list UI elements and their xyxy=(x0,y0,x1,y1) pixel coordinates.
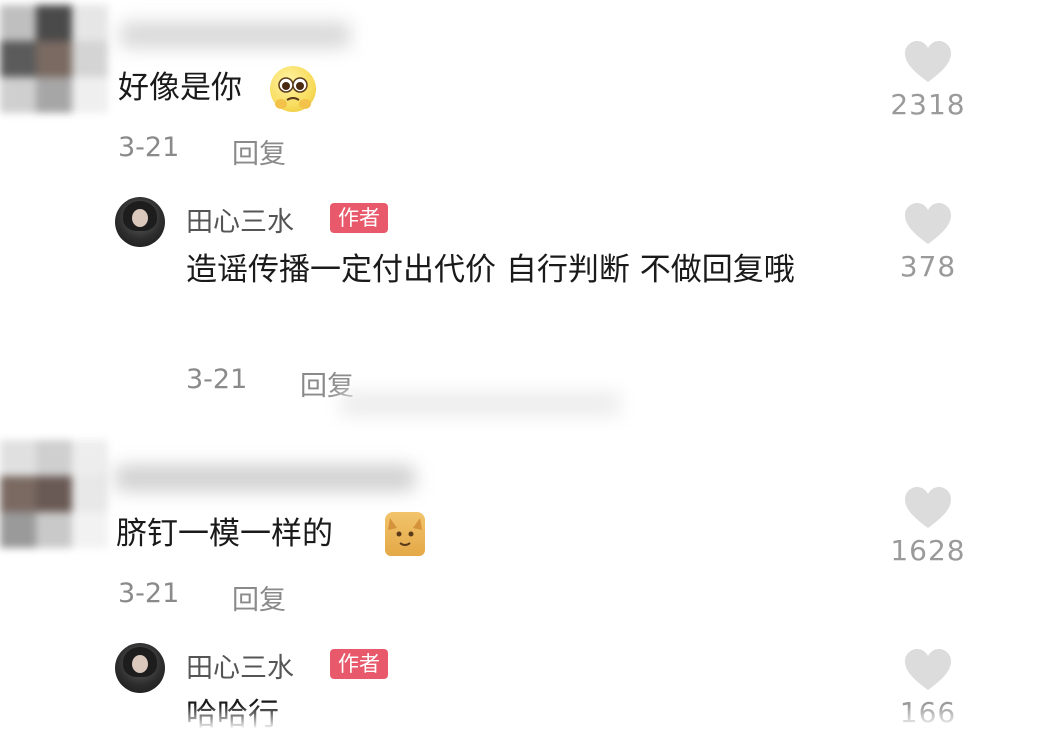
cat-face-emoji xyxy=(385,512,425,556)
heart-icon xyxy=(905,649,951,690)
author-badge: 作者 xyxy=(330,649,388,679)
comment-date: 3-21 xyxy=(118,578,180,609)
like-count: 378 xyxy=(899,250,957,283)
heart-icon xyxy=(905,41,951,82)
author-avatar[interactable] xyxy=(115,643,165,693)
author-name[interactable]: 田心三水 xyxy=(186,646,294,685)
reply-button[interactable]: 回复 xyxy=(232,578,286,617)
author-avatar[interactable] xyxy=(115,197,165,247)
commenter-avatar-blurred[interactable] xyxy=(0,5,108,113)
author-name[interactable]: 田心三水 xyxy=(186,200,294,239)
heart-icon xyxy=(905,487,951,528)
reply-button[interactable]: 回复 xyxy=(232,132,286,171)
like-button[interactable]: 2318 xyxy=(878,40,978,121)
blurred-overlay xyxy=(340,392,620,416)
comment-text: 脐钉一模一样的 xyxy=(116,516,333,552)
comment-date: 3-21 xyxy=(118,132,180,163)
pleading-face-emoji xyxy=(270,66,316,112)
commenter-name-blurred[interactable] xyxy=(115,465,415,491)
bottom-crop-fade xyxy=(0,705,1041,750)
heart-icon xyxy=(905,203,951,244)
like-button[interactable]: 1628 xyxy=(878,486,978,567)
commenter-name-blurred[interactable] xyxy=(120,22,350,48)
author-badge: 作者 xyxy=(330,203,388,233)
commenter-avatar-blurred[interactable] xyxy=(0,440,108,548)
comment-text: 好像是你 xyxy=(118,70,242,106)
author-reply-text: 造谣传播一定付出代价 自行判断 不做回复哦 xyxy=(186,252,795,288)
like-count: 2318 xyxy=(890,88,966,121)
like-count: 1628 xyxy=(890,534,966,567)
reply-date: 3-21 xyxy=(186,364,248,395)
like-button[interactable]: 378 xyxy=(878,202,978,283)
